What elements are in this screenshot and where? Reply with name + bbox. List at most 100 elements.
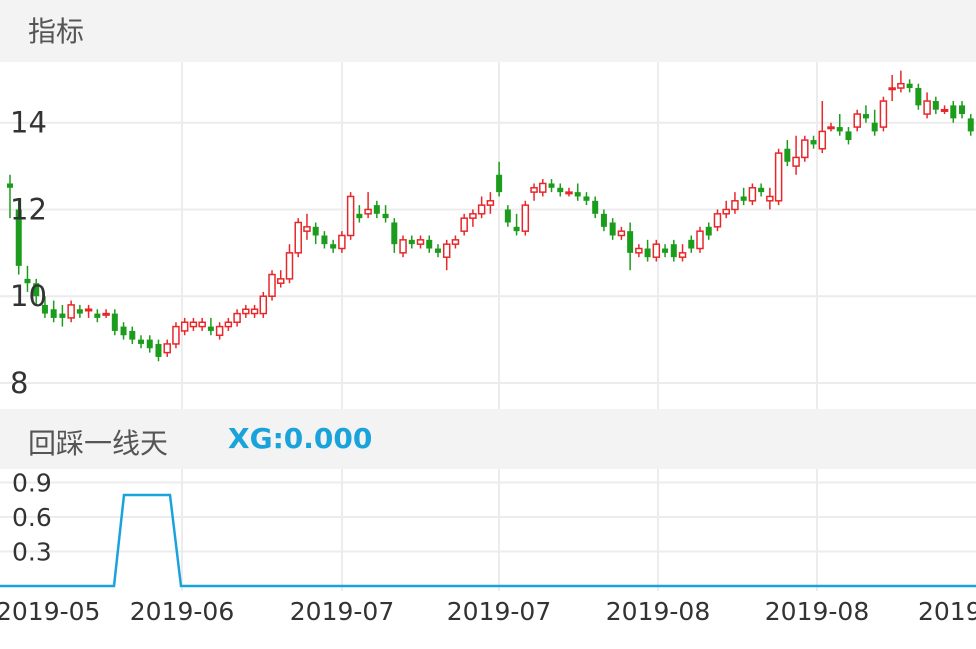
- candle-body-up: [277, 278, 285, 284]
- candle-body-down: [784, 148, 791, 162]
- candle-body-up: [530, 187, 538, 193]
- candle-body-down: [959, 105, 966, 115]
- candle-body-down: [391, 222, 398, 245]
- candle-body-down: [111, 313, 118, 331]
- candle-body-up: [617, 230, 626, 237]
- xg-value-label: XG:0.000: [228, 422, 373, 455]
- candle-body-up: [233, 312, 241, 323]
- candlestick-chart[interactable]: 8 10 12 14: [0, 62, 976, 409]
- candle-body-down: [50, 309, 57, 318]
- candle-body-up: [731, 200, 739, 211]
- xg-signal-line: [0, 493, 976, 588]
- date-tick-label: 2019: [918, 597, 976, 626]
- candle-body-up: [853, 113, 861, 128]
- candle-body-down: [810, 140, 817, 145]
- candle-body-down: [155, 343, 162, 357]
- candle-body-up: [940, 108, 949, 112]
- candle-body-up: [84, 308, 93, 312]
- candle-body-up: [766, 195, 774, 202]
- candle-body-up: [399, 239, 407, 254]
- candle-body-down: [504, 209, 511, 223]
- candle-body-up: [224, 321, 233, 328]
- candle-body-up: [652, 243, 661, 258]
- candle-body-up: [713, 213, 722, 228]
- candle-body-down: [373, 205, 380, 214]
- candle-body-up: [486, 200, 495, 206]
- indicator-y-tick-label: 0.3: [12, 538, 52, 567]
- candle-body-up: [172, 325, 180, 345]
- candle-body-up: [678, 252, 687, 258]
- indicator-panel-header[interactable]: 指标: [0, 0, 976, 62]
- candle-body-down: [600, 213, 607, 227]
- candle-body-down: [583, 196, 590, 201]
- candle-body-up: [477, 204, 486, 215]
- candle-body-down: [434, 248, 441, 253]
- candle-body-down: [915, 88, 922, 106]
- candle-body-down: [382, 213, 389, 219]
- candle-body-down: [59, 313, 66, 318]
- candle-body-up: [696, 230, 704, 250]
- candle-body-up: [338, 234, 346, 250]
- candle-body-down: [426, 239, 433, 249]
- candle-body-down: [321, 235, 328, 245]
- candle-body-down: [76, 309, 83, 314]
- candle-body-up: [163, 343, 171, 354]
- candle-body-down: [950, 105, 957, 119]
- candle-body-down: [7, 183, 13, 188]
- candle-body-up: [897, 82, 905, 89]
- date-tick-label: 2019-08: [764, 597, 870, 626]
- candle-body-up: [539, 182, 547, 193]
- indicator-y-tick-label: 0.9: [12, 469, 52, 498]
- candle-body-up: [460, 217, 468, 232]
- candle-body-down: [513, 226, 520, 232]
- candle-body-down: [548, 183, 555, 188]
- candle-body-down: [94, 313, 101, 318]
- date-tick-label: 2019-08: [605, 597, 711, 626]
- candle-body-down: [627, 231, 634, 253]
- candle-body-down: [592, 200, 599, 214]
- candle-body-down: [574, 192, 581, 197]
- y-tick-label: 10: [10, 279, 47, 313]
- candle-body-up: [250, 308, 259, 315]
- candle-body-up: [442, 243, 451, 258]
- candle-body-down: [871, 122, 878, 132]
- candle-body-up: [242, 308, 250, 315]
- indicator-title: 指标: [28, 15, 85, 48]
- candle-body-down: [662, 248, 669, 253]
- candle-body-up: [451, 239, 460, 245]
- candle-body-down: [705, 226, 712, 236]
- candle-body-up: [722, 208, 730, 215]
- candle-body-up: [792, 156, 800, 167]
- candle-body-down: [906, 83, 913, 89]
- candle-body-up: [827, 126, 835, 130]
- candle-body-up: [521, 204, 530, 232]
- candle-body-up: [635, 247, 643, 254]
- formula-panel-header[interactable]: 回踩一线天 XG:0.000: [0, 409, 976, 469]
- candle-body-down: [138, 339, 145, 344]
- candle-body-up: [215, 325, 224, 337]
- candle-body-down: [670, 244, 677, 258]
- candle-body-up: [469, 213, 477, 219]
- candle-body-down: [845, 131, 852, 141]
- candle-body-down: [330, 244, 337, 249]
- candle-body-down: [740, 196, 747, 201]
- candle-body-down: [146, 339, 153, 349]
- candle-body-up: [303, 226, 311, 232]
- candle-body-up: [879, 100, 888, 128]
- date-tick-label: 2019-07: [446, 597, 552, 626]
- indicator-line-chart[interactable]: 0.9 0.6 0.3: [0, 469, 976, 591]
- candle-body-down: [688, 239, 695, 249]
- date-tick-label: 2019-07: [289, 597, 395, 626]
- candle-body-up: [346, 195, 355, 237]
- y-tick-label: 8: [10, 366, 28, 400]
- candle-body-down: [758, 187, 765, 193]
- candle-body-up: [818, 130, 827, 150]
- candle-body-down: [312, 226, 319, 236]
- indicator-y-tick-label: 0.6: [12, 503, 52, 532]
- candle-body-down: [120, 326, 127, 336]
- candle-body-up: [801, 139, 809, 159]
- y-tick-label: 12: [10, 192, 47, 226]
- candle-body-up: [180, 321, 189, 332]
- candle-body-up: [102, 312, 110, 316]
- candle-body-down: [932, 101, 939, 110]
